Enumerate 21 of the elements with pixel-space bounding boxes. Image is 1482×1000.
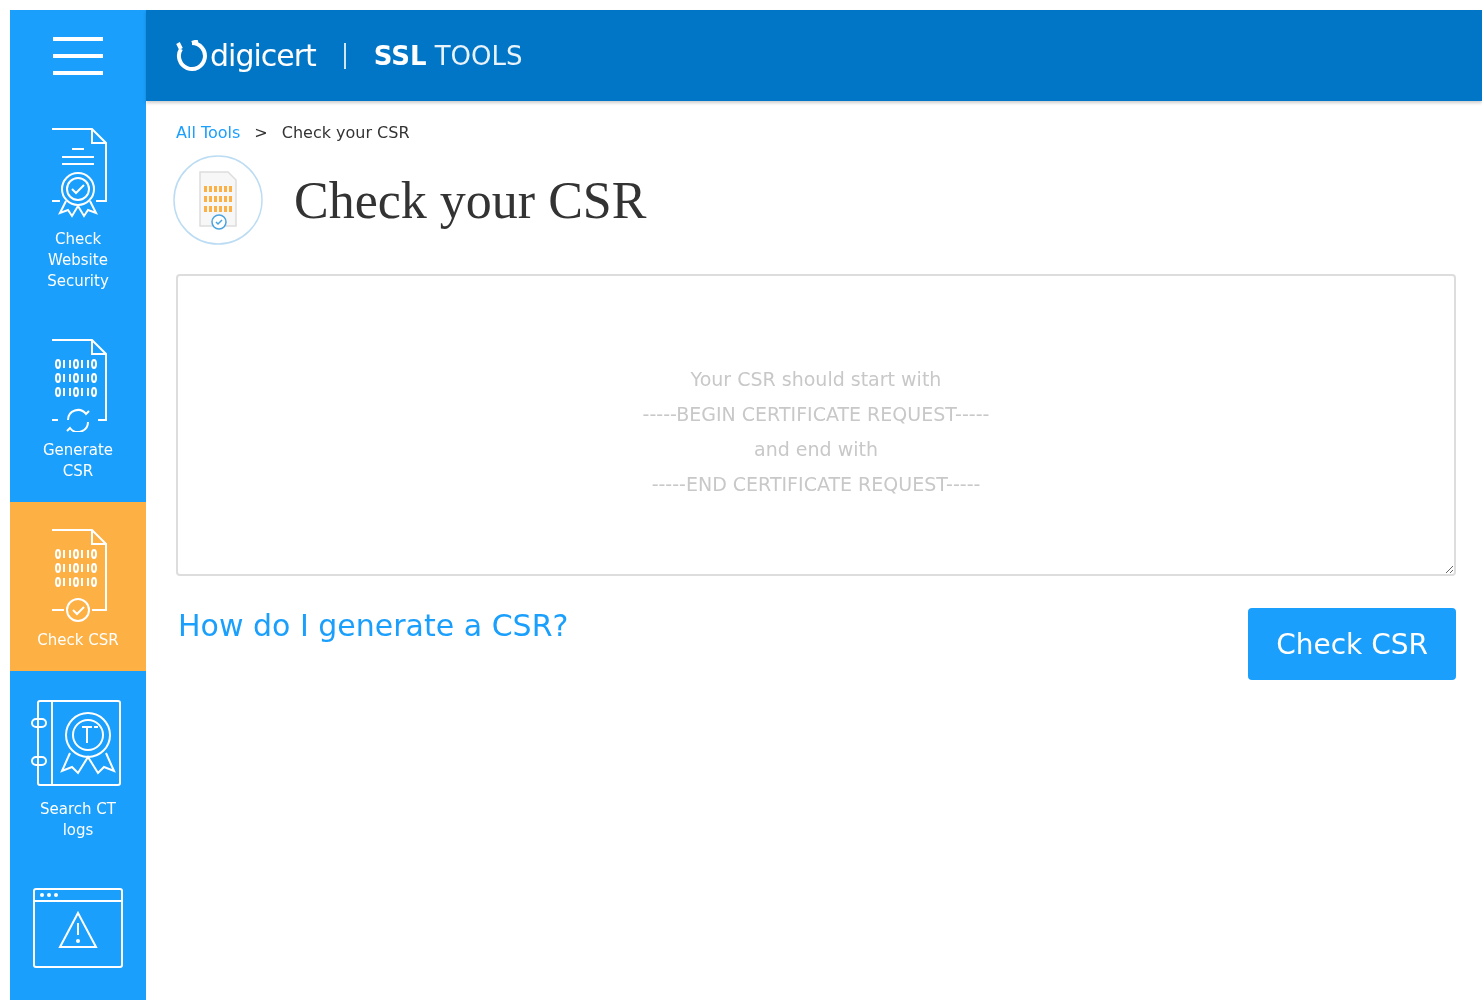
csr-document-icon (172, 154, 264, 246)
sidebar-item[interactable]: Check CSR (10, 502, 146, 671)
logo-icon (176, 39, 208, 72)
check-csr-button[interactable]: Check CSR (1248, 608, 1456, 680)
product-name: TOOLS (434, 40, 523, 71)
logo-text: digicert (210, 38, 316, 73)
breadcrumb-text: Check your CSR (281, 123, 410, 142)
product-name: SSL (373, 40, 427, 71)
sidebar-label: Search CT logs (39, 799, 117, 841)
page-title: Check your CSR (294, 170, 647, 230)
sidebar-label: Check CSR (37, 630, 119, 651)
help-link[interactable]: How do I generate a CSR? (178, 608, 569, 643)
breadcrumb-link[interactable]: All Tools (176, 123, 241, 142)
sidebar-label: Generate CSR (41, 440, 115, 482)
menu-icon[interactable] (53, 36, 103, 75)
sidebar-item[interactable]: Generate CSR (10, 312, 146, 502)
sidebar-item[interactable]: Search CT logs (10, 671, 146, 861)
breadcrumb-text: > (254, 123, 268, 142)
sidebar-item[interactable]: Check Website Security (10, 101, 146, 312)
browser-warning-icon (30, 885, 126, 969)
sidebar-label: Check Website Security (46, 229, 110, 292)
